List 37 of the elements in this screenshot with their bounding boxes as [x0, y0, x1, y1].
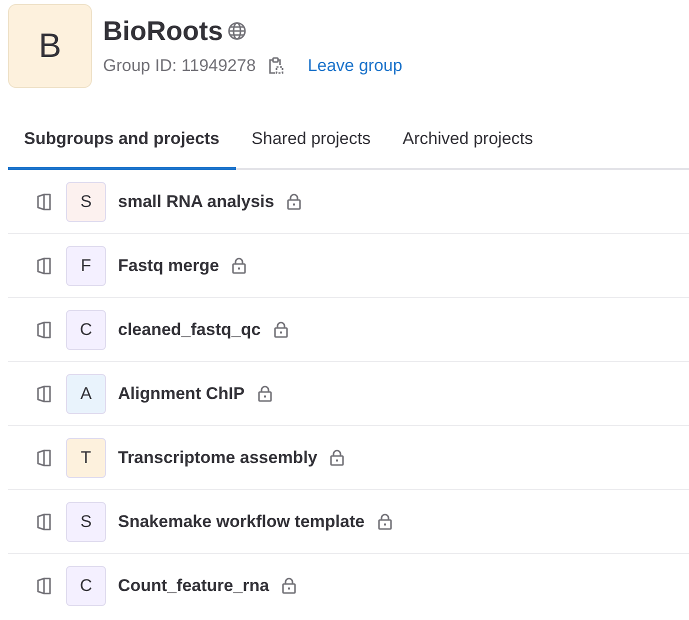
project-avatar[interactable]: S: [66, 502, 106, 542]
lock-icon: [272, 321, 289, 338]
project-avatar[interactable]: T: [66, 438, 106, 478]
project-name[interactable]: Count_feature_rna: [118, 576, 270, 596]
book-icon: [36, 448, 52, 466]
globe-icon: [226, 21, 247, 41]
tab[interactable]: Subgroups and projects: [8, 118, 236, 170]
project-name[interactable]: cleaned_fastq_qc: [118, 320, 261, 340]
project-name[interactable]: Alignment ChIP: [118, 384, 245, 404]
project-avatar[interactable]: C: [66, 310, 106, 350]
project-name[interactable]: small RNA analysis: [118, 192, 274, 212]
group-name: BioRoots: [103, 15, 223, 48]
tab[interactable]: Shared projects: [236, 118, 387, 170]
book-icon: [36, 192, 52, 210]
lock-icon: [256, 385, 273, 402]
lock-icon: [286, 193, 302, 210]
lock-icon: [376, 513, 393, 530]
group-id: Group ID: 11949278: [103, 56, 256, 76]
project-avatar[interactable]: S: [66, 182, 106, 222]
lock-icon: [281, 577, 298, 594]
project-name[interactable]: Transcriptome assembly: [118, 448, 318, 468]
copy-icon[interactable]: [268, 57, 284, 75]
project-avatar[interactable]: A: [66, 374, 106, 414]
lock-icon: [329, 449, 346, 466]
group-avatar: B: [8, 4, 92, 88]
leave-group-link[interactable]: Leave group: [308, 56, 402, 76]
book-icon: [36, 512, 52, 530]
project-name[interactable]: Fastq merge: [118, 256, 220, 276]
book-icon: [36, 576, 52, 594]
book-icon: [36, 384, 52, 402]
book-icon: [36, 256, 52, 274]
lock-icon: [231, 257, 248, 274]
book-icon: [36, 320, 52, 338]
project-name[interactable]: Snakemake workflow template: [118, 512, 365, 532]
tab[interactable]: Archived projects: [386, 118, 549, 170]
project-avatar[interactable]: F: [66, 246, 106, 286]
project-avatar[interactable]: C: [66, 566, 106, 606]
